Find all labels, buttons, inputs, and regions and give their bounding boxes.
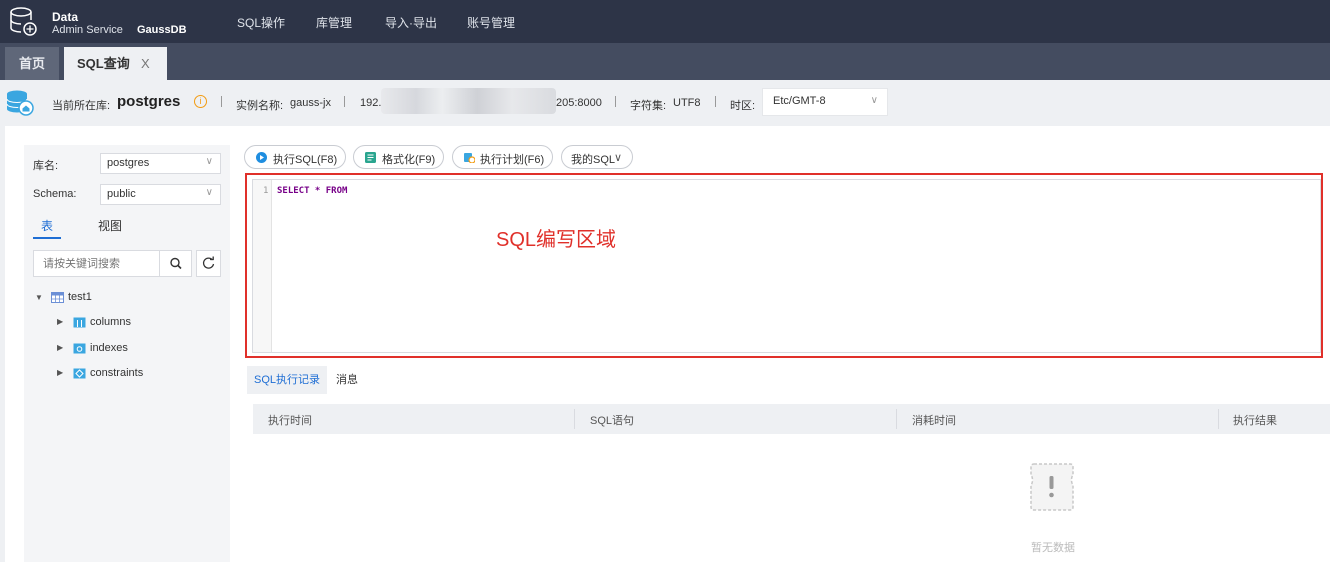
execute-sql-button[interactable]: 执行SQL(F8) — [244, 145, 346, 169]
search-icon — [170, 257, 182, 270]
column-divider — [1218, 409, 1219, 429]
database-home-icon — [6, 90, 34, 116]
constraints-icon — [73, 368, 86, 379]
execute-sql-label: 执行SQL(F8) — [273, 154, 338, 166]
tab-tables[interactable]: 表 — [33, 217, 61, 239]
db-label: 库名: — [33, 160, 59, 172]
menu-db-management[interactable]: 库管理 — [316, 14, 352, 31]
tree-item-indexes[interactable]: indexes — [90, 342, 128, 354]
my-sql-label: 我的SQL — [571, 154, 616, 166]
schema-select-value: public — [107, 188, 136, 200]
db-select[interactable]: postgres ∨ — [100, 153, 221, 174]
column-header-sql: SQL语句 — [590, 415, 635, 427]
my-sql-dropdown[interactable]: 我的SQL ∨ — [561, 145, 633, 169]
chevron-down-icon: ∨ — [205, 187, 213, 198]
column-header-exec-time: 执行时间 — [268, 415, 312, 427]
tab-sql-query-label: SQL查询 — [77, 56, 130, 71]
schema-select[interactable]: public ∨ — [100, 184, 221, 205]
divider — [715, 96, 716, 107]
sql-editor[interactable]: 1 SELECT * FROM — [252, 179, 1321, 353]
database-logo-icon — [10, 7, 37, 36]
schema-label: Schema: — [33, 188, 77, 200]
tab-sql-query[interactable]: SQL查询 X — [64, 47, 167, 80]
execution-plan-button[interactable]: 执行计划(F6) — [452, 145, 553, 169]
info-icon[interactable]: i — [194, 95, 207, 108]
chevron-down-icon: ∨ — [205, 156, 213, 167]
tab-bar: 首页 SQL查询 X — [0, 43, 1330, 80]
current-db-name: postgres — [117, 93, 181, 110]
format-label: 格式化(F9) — [382, 154, 436, 166]
menu-account-management[interactable]: 账号管理 — [467, 14, 515, 31]
columns-icon — [73, 317, 86, 328]
line-number: 1 — [263, 186, 269, 196]
caret-right-icon[interactable]: ▶ — [57, 343, 63, 352]
timezone-value: Etc/GMT-8 — [773, 95, 826, 107]
table-icon — [51, 292, 64, 303]
tab-home[interactable]: 首页 — [5, 47, 59, 80]
play-icon — [256, 152, 267, 163]
refresh-button[interactable] — [196, 250, 221, 277]
annotation-label: SQL编写区域 — [496, 229, 617, 251]
tree-item-columns[interactable]: columns — [90, 316, 131, 328]
charset-label: 字符集: — [630, 100, 667, 112]
top-nav: Data Admin Service GaussDB SQL操作 库管理 导入·… — [0, 0, 1330, 43]
history-table-header: 执行时间 SQL语句 消耗时间 执行结果 — [253, 404, 1330, 434]
tab-messages[interactable]: 消息 — [336, 366, 358, 394]
caret-right-icon[interactable]: ▶ — [57, 368, 63, 377]
instance-info-bar: 当前所在库: postgres i 实例名称: gauss-jx 192. 20… — [0, 80, 1330, 124]
caret-right-icon[interactable]: ▶ — [57, 317, 63, 326]
brand-product: GaussDB — [137, 24, 187, 36]
menu-import-export[interactable]: 导入·导出 — [385, 14, 437, 31]
current-db-label: 当前所在库: — [52, 100, 111, 112]
brand-title: Data — [52, 10, 79, 24]
redacted-ip-blur — [381, 88, 556, 114]
sql-code[interactable]: SELECT * FROM — [277, 186, 347, 196]
menu-sql-ops[interactable]: SQL操作 — [237, 14, 285, 31]
ip-port: 205:8000 — [556, 97, 602, 109]
charset-value: UTF8 — [673, 97, 701, 109]
empty-data-icon — [1030, 463, 1074, 511]
format-button[interactable]: 格式化(F9) — [353, 145, 444, 169]
tree-item-table[interactable]: test1 — [68, 291, 92, 303]
chevron-down-icon: ∨ — [870, 95, 878, 106]
column-header-duration: 消耗时间 — [912, 415, 956, 427]
refresh-icon — [202, 256, 215, 269]
tab-views[interactable]: 视图 — [98, 217, 122, 234]
divider — [221, 96, 222, 107]
chevron-down-icon: ∨ — [614, 152, 623, 164]
indexes-icon — [73, 343, 86, 354]
empty-data-text: 暂无数据 — [1031, 542, 1075, 554]
instance-label: 实例名称: — [236, 100, 284, 112]
column-header-result: 执行结果 — [1233, 415, 1277, 427]
instance-name: gauss-jx — [290, 97, 331, 109]
line-gutter — [253, 180, 272, 352]
execution-plan-label: 执行计划(F6) — [480, 154, 545, 166]
tab-sql-history[interactable]: SQL执行记录 — [247, 366, 327, 394]
column-divider — [896, 409, 897, 429]
brand-subtitle: Admin Service — [52, 24, 123, 36]
format-icon — [365, 152, 376, 163]
plan-icon — [464, 153, 475, 163]
tree-item-constraints[interactable]: constraints — [90, 367, 143, 379]
caret-down-icon[interactable]: ▼ — [35, 293, 43, 302]
ip-prefix: 192. — [360, 97, 382, 109]
column-divider — [574, 409, 575, 429]
timezone-select[interactable]: Etc/GMT-8 ∨ — [762, 88, 888, 116]
timezone-label: 时区: — [730, 100, 756, 112]
divider — [344, 96, 345, 107]
db-select-value: postgres — [107, 157, 150, 169]
history-table-body — [253, 434, 1330, 562]
close-icon[interactable]: X — [141, 47, 150, 80]
divider — [615, 96, 616, 107]
search-button[interactable] — [159, 250, 192, 277]
